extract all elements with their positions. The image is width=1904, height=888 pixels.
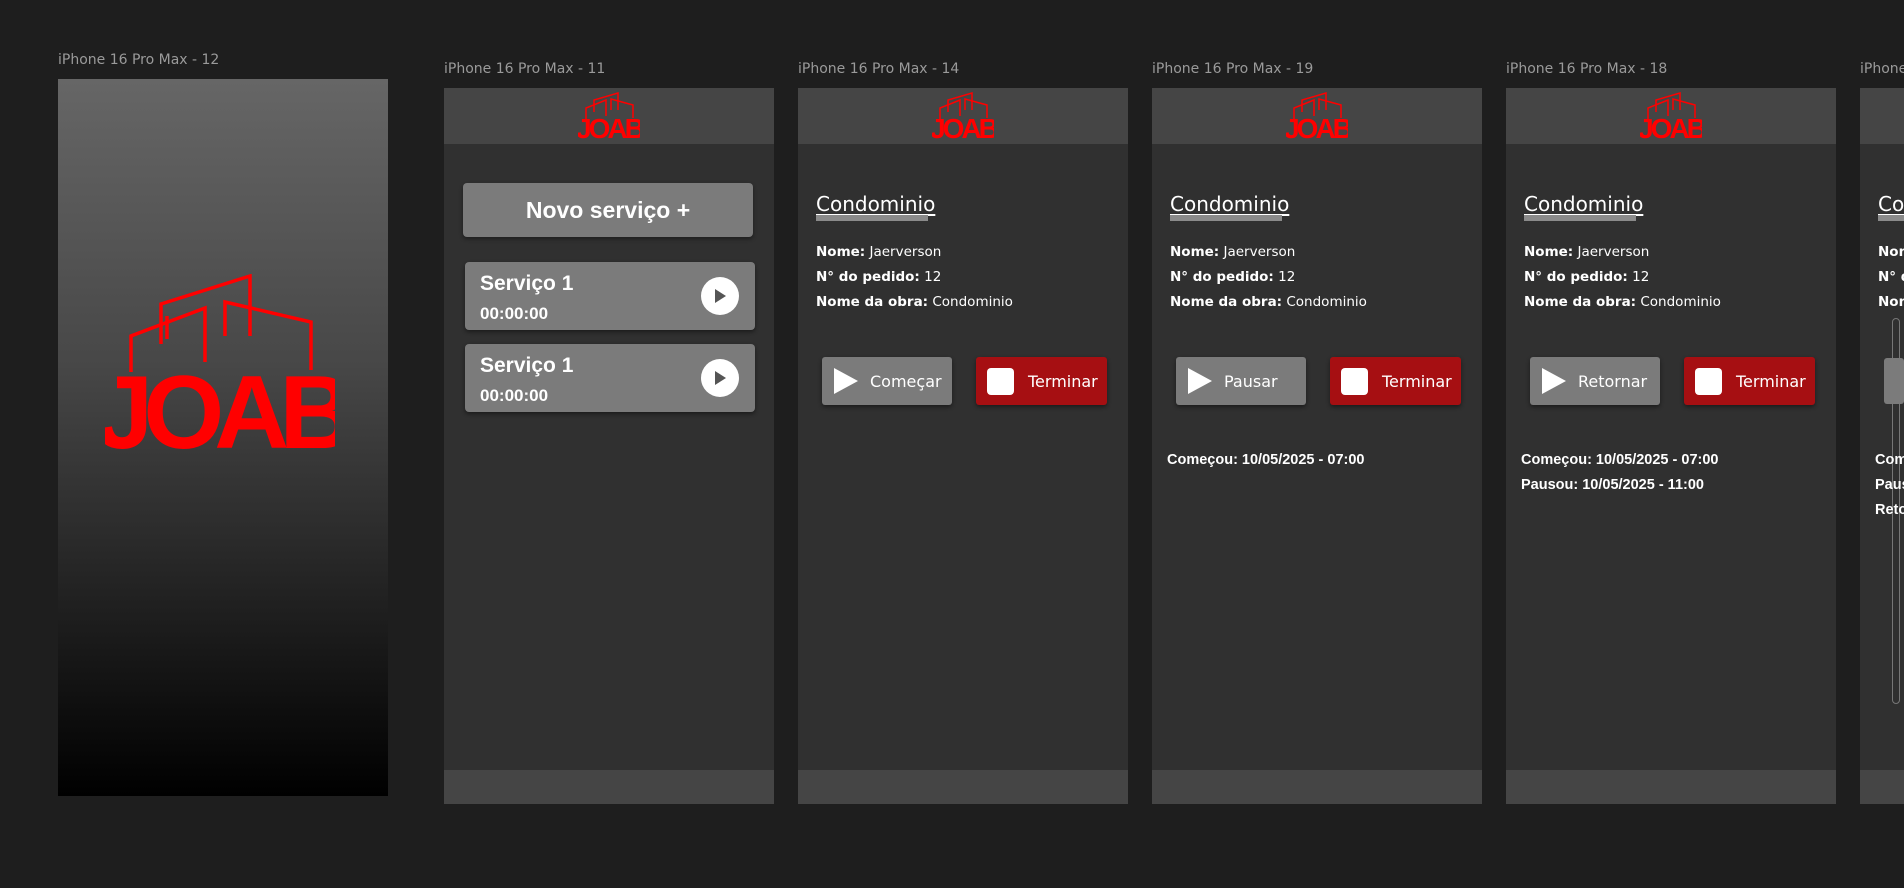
log-started: Começou: 10/05/2025 - 07:00 [1167, 452, 1365, 468]
play-button[interactable] [701, 277, 739, 315]
service-title: Serviço 1 [480, 272, 574, 295]
top-bar: JOAB [444, 88, 774, 144]
play-icon [715, 289, 726, 303]
service-card[interactable]: Serviço 1 00:00:00 [465, 344, 755, 412]
service-timer: 00:00:00 [480, 304, 549, 323]
order-row: N° do pedido: 12 [816, 269, 942, 285]
svg-text:JOAB: JOAB [932, 113, 994, 140]
frame-label: iPhone 16 Pro Max - 18 [1506, 61, 1668, 77]
top-bar: JOAB [1506, 88, 1836, 144]
joab-logo: JOAB [1286, 92, 1348, 140]
resume-button[interactable]: Retornar [1530, 357, 1660, 405]
log-paused: Paus [1875, 477, 1904, 493]
new-service-button[interactable]: Novo serviço + [463, 183, 753, 237]
pause-button[interactable]: Pausar [1176, 357, 1306, 405]
log-started: Com [1875, 452, 1904, 468]
finish-button-label: Terminar [1382, 371, 1452, 391]
service-detail-screen: JOAB Condominio Nome: Jaerverson N° do p… [798, 88, 1128, 804]
stop-icon [1695, 367, 1722, 395]
finish-button-label: Terminar [1028, 371, 1098, 391]
svg-text:JOAB: JOAB [105, 355, 335, 454]
svg-text:JOAB: JOAB [1640, 113, 1702, 140]
title-underline [816, 215, 928, 221]
svg-text:JOAB: JOAB [578, 113, 640, 140]
start-button[interactable]: Começar [822, 357, 952, 405]
service-detail-screen: JOAB Condominio Nome: Jaerverson N° do p… [1152, 88, 1482, 804]
name-row: Nome: Jaerverson [1170, 244, 1296, 260]
bottom-bar [444, 770, 774, 804]
frame-label: iPhone 16 Pro Max - 19 [1152, 61, 1314, 77]
bottom-bar [798, 770, 1128, 804]
log-started: Começou: 10/05/2025 - 07:00 [1521, 452, 1719, 468]
top-bar: JOAB [798, 88, 1128, 144]
bottom-bar [1152, 770, 1482, 804]
joab-logo: JOAB [1640, 92, 1702, 140]
start-button-label: Começar [870, 371, 942, 391]
play-icon [715, 371, 726, 385]
name-row: Nom [1878, 244, 1904, 260]
finish-button[interactable]: Terminar [1330, 357, 1461, 405]
name-row: Nome: Jaerverson [1524, 244, 1650, 260]
bottom-bar [1860, 770, 1904, 804]
play-icon [1188, 368, 1212, 394]
service-card[interactable]: Serviço 1 00:00:00 [465, 262, 755, 330]
order-row: N° do pedido: 12 [1170, 269, 1296, 285]
top-bar: JOAB [1152, 88, 1482, 144]
frame-label: iPhone 16 Pro Max - 14 [798, 61, 960, 77]
action-button[interactable] [1884, 358, 1904, 404]
log-paused: Pausou: 10/05/2025 - 11:00 [1521, 477, 1704, 493]
splash-screen: JOAB [58, 79, 388, 796]
finish-button-label: Terminar [1736, 371, 1806, 391]
play-icon [1542, 368, 1566, 394]
service-detail-screen-partial: Co Nom N° d Nom Com Paus Reto [1860, 88, 1904, 804]
joab-logo: JOAB [932, 92, 994, 140]
frame-label: iPhone 16 Pro Max - 12 [58, 52, 220, 68]
title-underline [1170, 215, 1282, 221]
service-title: Serviço 1 [480, 354, 574, 377]
play-icon [834, 368, 858, 394]
resume-button-label: Retornar [1578, 371, 1648, 391]
name-row: Nome: Jaerverson [816, 244, 942, 260]
finish-button[interactable]: Terminar [976, 357, 1107, 405]
log-resumed: Reto [1875, 502, 1904, 518]
page-title: Condominio [816, 192, 936, 216]
svg-text:JOAB: JOAB [1286, 113, 1348, 140]
pause-button-label: Pausar [1224, 371, 1278, 391]
frame-label: iPhone 16 Pro Max - 11 [444, 61, 606, 77]
page-title: Condominio [1524, 192, 1644, 216]
service-detail-screen: JOAB Condominio Nome: Jaerverson N° do p… [1506, 88, 1836, 804]
stop-icon [1341, 367, 1368, 395]
play-button[interactable] [701, 359, 739, 397]
top-bar [1860, 88, 1904, 144]
stop-icon [987, 367, 1014, 395]
work-row: Nome da obra: Condominio [1524, 294, 1721, 310]
work-row: Nom [1878, 294, 1904, 310]
finish-button[interactable]: Terminar [1684, 357, 1815, 405]
order-row: N° do pedido: 12 [1524, 269, 1650, 285]
service-timer: 00:00:00 [480, 386, 549, 405]
work-row: Nome da obra: Condominio [816, 294, 1013, 310]
order-row: N° d [1878, 269, 1904, 285]
title-underline [1878, 215, 1904, 221]
bottom-bar [1506, 770, 1836, 804]
joab-logo: JOAB [578, 92, 640, 140]
page-title: Co [1878, 192, 1904, 216]
service-list-screen: JOAB Novo serviço + Serviço 1 00:00:00 S… [444, 88, 774, 804]
joab-logo: JOAB [96, 273, 360, 471]
work-row: Nome da obra: Condominio [1170, 294, 1367, 310]
page-title: Condominio [1170, 192, 1290, 216]
title-underline [1524, 215, 1636, 221]
frame-label: iPhone [1860, 61, 1904, 77]
